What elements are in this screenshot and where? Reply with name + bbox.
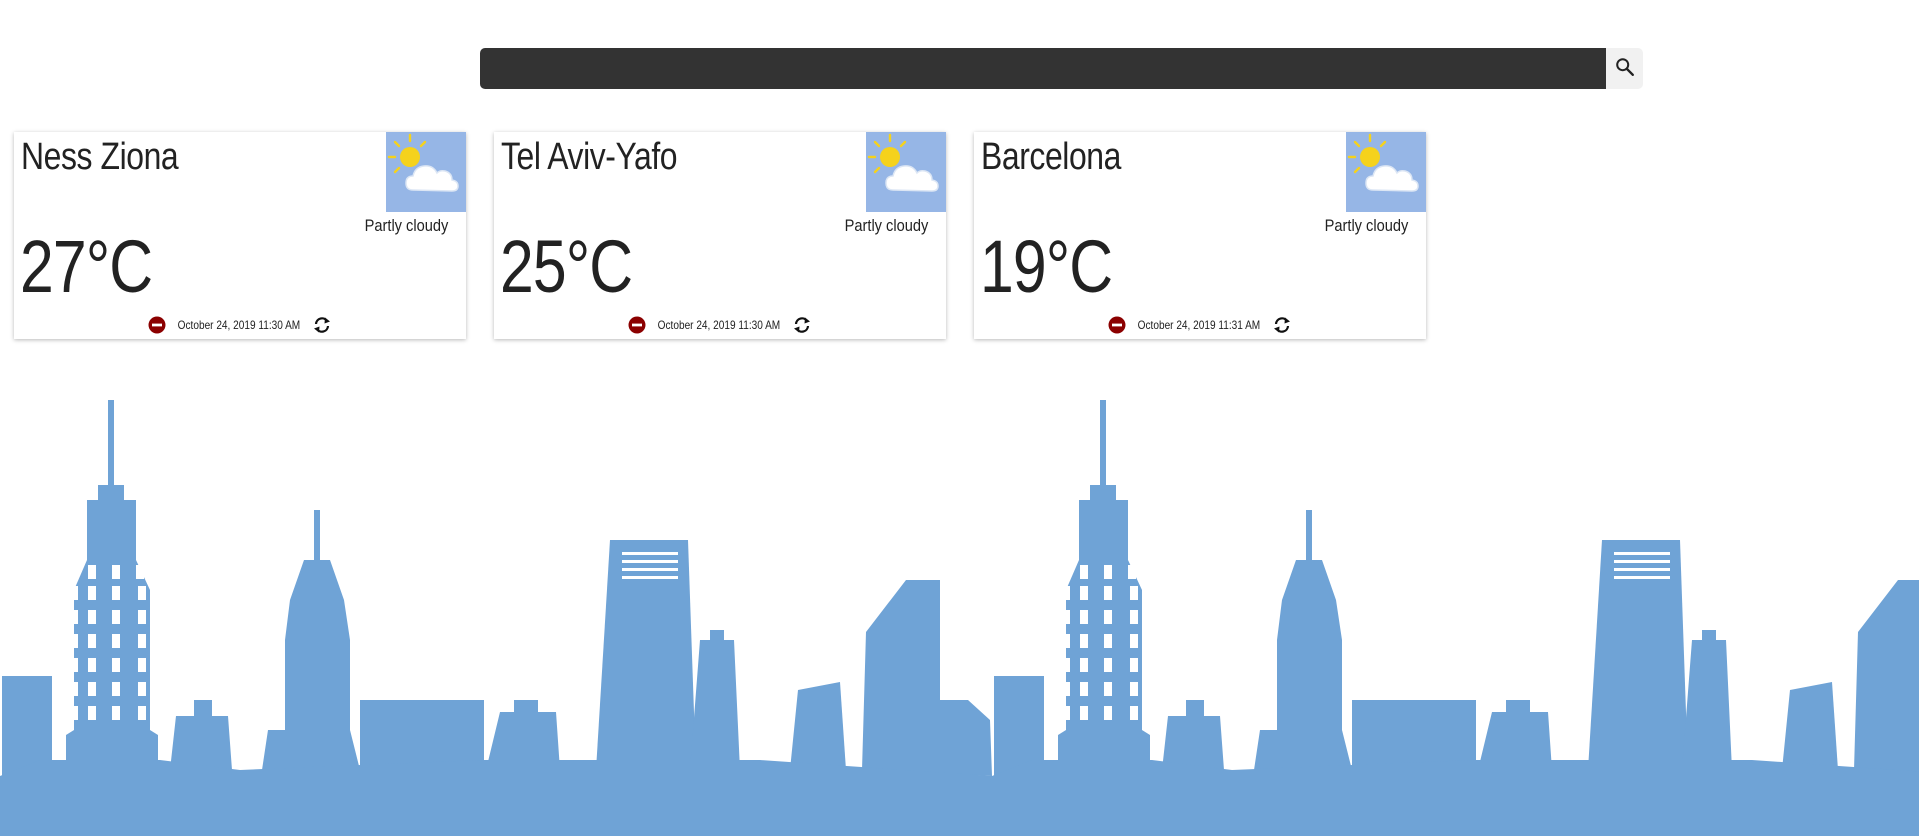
weather-card: Barcelona Partly cloudy 19°C October 24,…	[974, 132, 1426, 339]
partly-cloudy-icon	[866, 132, 946, 212]
card-footer: October 24, 2019 11:30 AM	[494, 316, 946, 334]
temperature: 27°C	[20, 225, 153, 308]
search-bar	[480, 48, 1643, 89]
last-updated: October 24, 2019 11:30 AM	[177, 318, 301, 332]
remove-icon[interactable]	[1108, 316, 1126, 334]
search-icon	[1614, 56, 1636, 81]
card-footer: October 24, 2019 11:30 AM	[14, 316, 466, 334]
remove-icon[interactable]	[148, 316, 166, 334]
partly-cloudy-icon	[1346, 132, 1426, 212]
city-name: Ness Ziona	[21, 136, 179, 178]
search-input[interactable]	[480, 48, 1606, 89]
weather-condition: Partly cloudy	[364, 216, 448, 235]
refresh-icon[interactable]	[1272, 316, 1292, 334]
weather-condition: Partly cloudy	[1324, 216, 1408, 235]
temperature: 25°C	[500, 225, 633, 308]
partly-cloudy-icon	[386, 132, 466, 212]
search-button[interactable]	[1606, 48, 1643, 89]
remove-icon[interactable]	[628, 316, 646, 334]
refresh-icon[interactable]	[312, 316, 332, 334]
refresh-icon[interactable]	[792, 316, 812, 334]
weather-card: Tel Aviv-Yafo Partly cloudy 25°C October…	[494, 132, 946, 339]
card-footer: October 24, 2019 11:31 AM	[974, 316, 1426, 334]
last-updated: October 24, 2019 11:31 AM	[1137, 318, 1261, 332]
city-name: Barcelona	[981, 136, 1121, 178]
temperature: 19°C	[980, 225, 1113, 308]
city-name: Tel Aviv-Yafo	[501, 136, 678, 178]
weather-card: Ness Ziona Partly cloudy 27°C October 24…	[14, 132, 466, 339]
last-updated: October 24, 2019 11:30 AM	[657, 318, 781, 332]
city-skyline-illustration	[0, 400, 1919, 836]
weather-condition: Partly cloudy	[844, 216, 928, 235]
